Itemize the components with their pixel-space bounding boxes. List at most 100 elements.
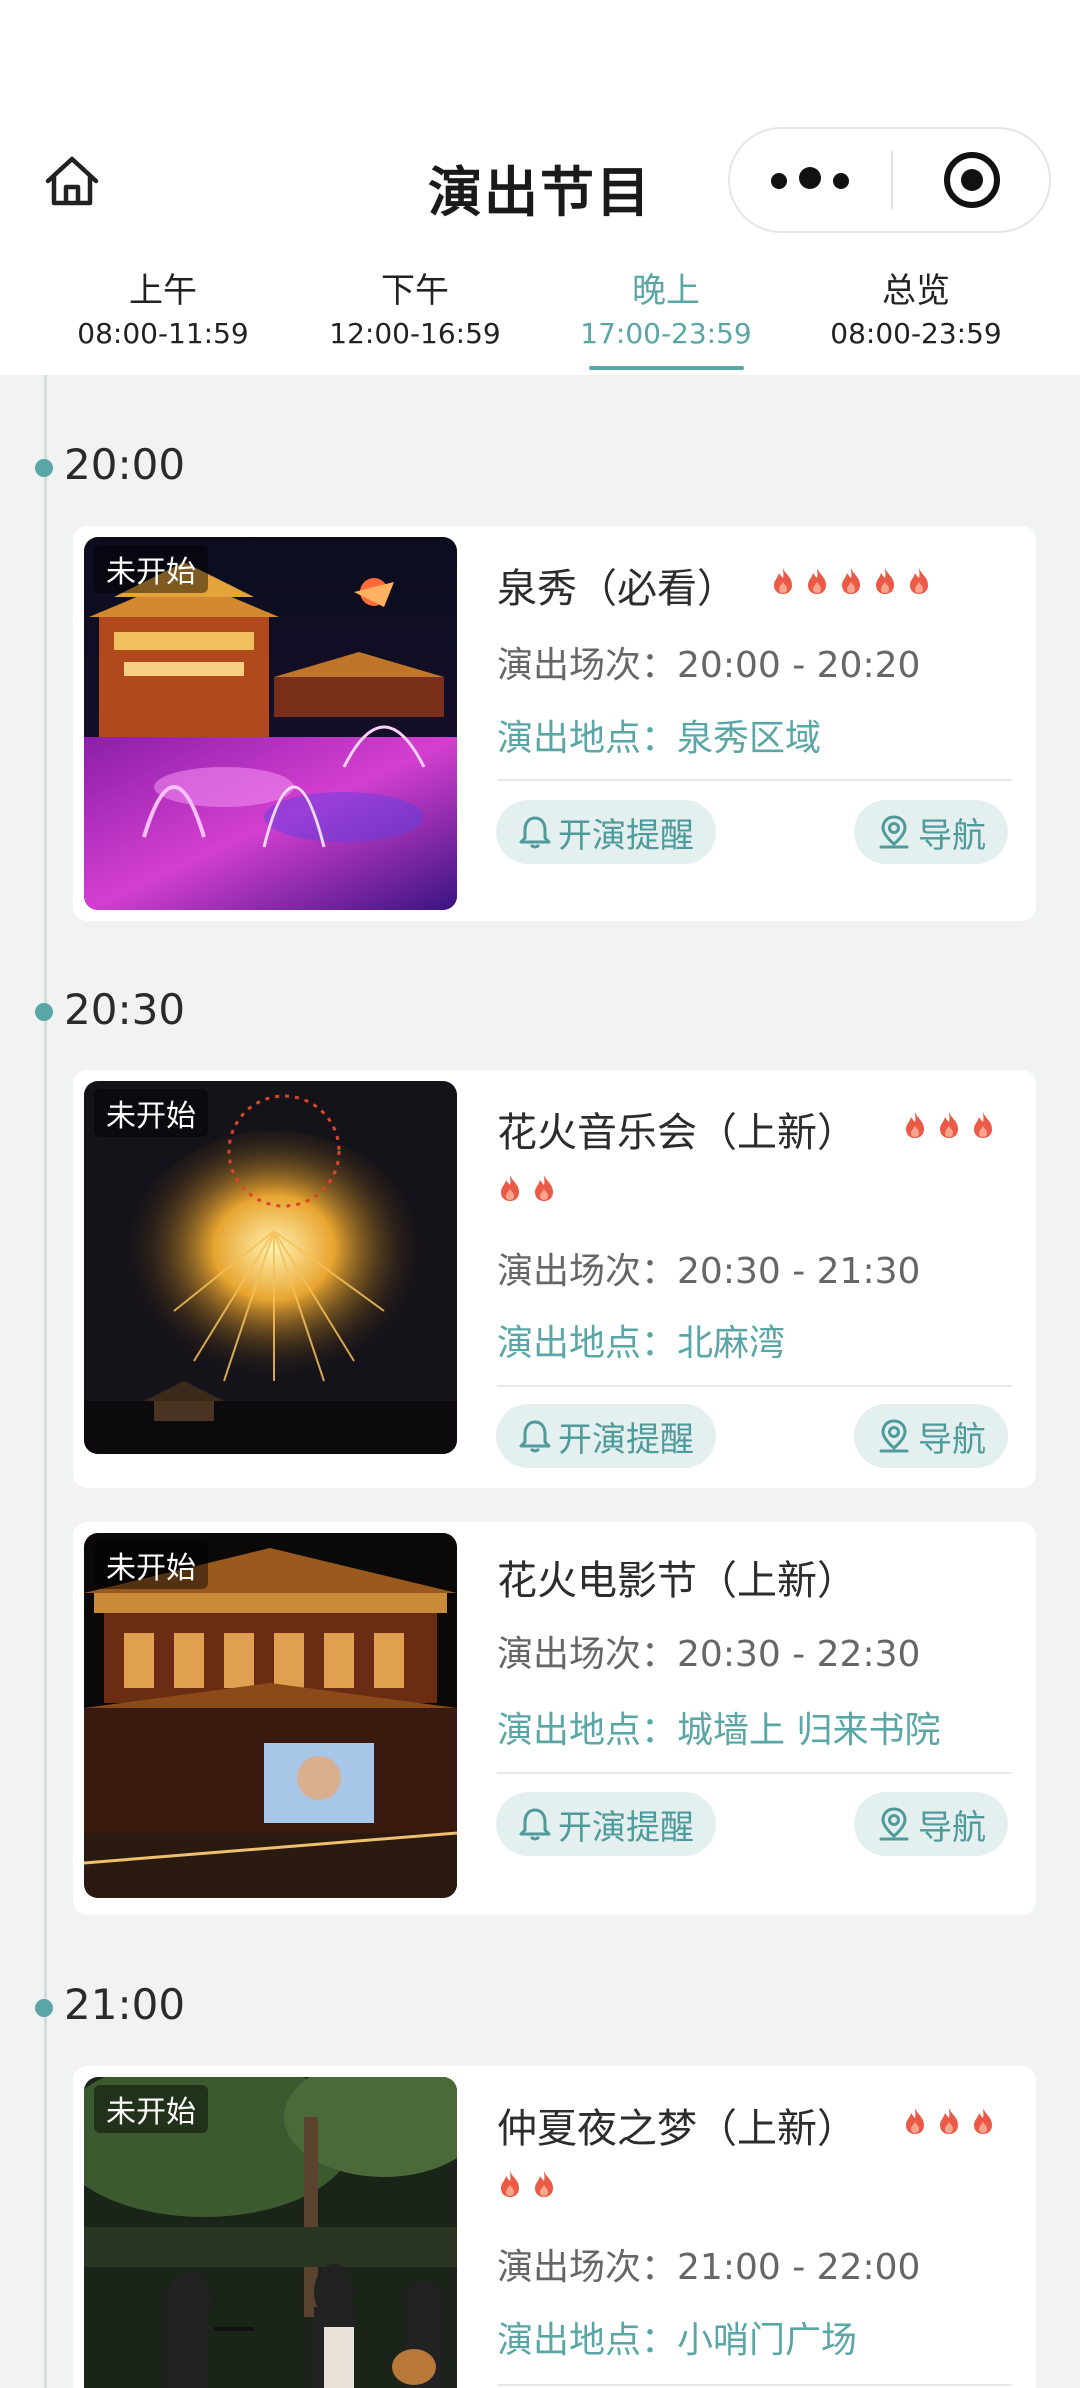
- tab-label: 晚上: [632, 271, 700, 311]
- place-label: 演出地点：: [497, 1323, 678, 1364]
- navigate-button[interactable]: 导航: [854, 800, 1008, 864]
- divider: [497, 779, 1012, 781]
- location-icon: [879, 815, 909, 849]
- navigate-button[interactable]: 导航: [854, 1792, 1008, 1856]
- flame-icon: [970, 2106, 996, 2136]
- remind-label: 开演提醒: [558, 815, 694, 856]
- show-image: 未开始: [84, 1533, 457, 1898]
- show-title: 泉秀（必看）: [497, 566, 737, 612]
- flame-icon: [497, 2169, 523, 2199]
- divider: [497, 1772, 1012, 1774]
- tab-label: 下午: [381, 271, 449, 311]
- timeline-dot: [35, 1003, 53, 1021]
- show-place: 演出地点：小哨门广场: [497, 2311, 857, 2363]
- flame-icon: [770, 566, 796, 596]
- show-session: 演出场次：21:00 - 22:00: [497, 2238, 920, 2290]
- bell-icon: [519, 1808, 551, 1841]
- tab-morning[interactable]: 上午 08:00-11:59: [38, 268, 288, 354]
- remind-button[interactable]: 开演提醒: [496, 1404, 716, 1468]
- tab-range: 08:00-23:59: [830, 317, 1002, 350]
- timeline-dot: [35, 1999, 53, 2017]
- flame-icon: [804, 566, 830, 596]
- place-label: 演出地点：: [497, 1710, 678, 1751]
- show-place: 演出地点：城墙上 归来书院: [497, 1701, 940, 1753]
- location-icon: [879, 1419, 909, 1453]
- session-label: 演出场次：: [497, 645, 678, 686]
- place-value: 小哨门广场: [677, 2320, 858, 2361]
- place-label: 演出地点：: [497, 718, 678, 759]
- show-image: 未开始: [84, 537, 457, 910]
- timeline-dot: [35, 459, 53, 477]
- flame-icon: [936, 1110, 962, 1140]
- bell-icon: [519, 816, 551, 849]
- divider: [497, 2384, 1012, 2386]
- flame-icon: [531, 1173, 557, 1203]
- flame-icon: [906, 566, 932, 596]
- time-group-label: 21:00: [64, 1980, 186, 2029]
- status-badge: 未开始: [94, 545, 208, 593]
- show-card[interactable]: 未开始 仲夏夜之梦（上新） 演出场次：21:00 - 22:00 演出地点：小哨…: [73, 2066, 1036, 2388]
- navigate-label: 导航: [918, 1807, 986, 1848]
- tab-overview[interactable]: 总览 08:00-23:59: [791, 268, 1041, 354]
- remind-label: 开演提醒: [558, 1419, 694, 1460]
- place-label: 演出地点：: [497, 2320, 678, 2361]
- status-badge: 未开始: [94, 1541, 208, 1589]
- show-place: 演出地点：北麻湾: [497, 1314, 785, 1366]
- show-session: 演出场次：20:30 - 22:30: [497, 1625, 920, 1677]
- navigate-label: 导航: [918, 815, 986, 856]
- session-label: 演出场次：: [497, 2247, 678, 2288]
- navigate-button[interactable]: 导航: [854, 1404, 1008, 1468]
- hot-rating: [902, 2106, 996, 2136]
- place-value: 城墙上 归来书院: [677, 1710, 941, 1751]
- navigate-label: 导航: [918, 1419, 986, 1460]
- flame-icon: [497, 1173, 523, 1203]
- hot-rating: [497, 1173, 557, 1203]
- tab-afternoon[interactable]: 下午 12:00-16:59: [290, 268, 540, 354]
- session-value: 20:00 - 20:20: [677, 645, 921, 686]
- remind-button[interactable]: 开演提醒: [496, 800, 716, 864]
- hot-rating: [770, 566, 932, 596]
- remind-button[interactable]: 开演提醒: [496, 1792, 716, 1856]
- show-image: 未开始: [84, 2077, 457, 2388]
- divider: [497, 1385, 1012, 1387]
- flame-icon: [902, 2106, 928, 2136]
- show-card[interactable]: 未开始 花火音乐会（上新） 演出场次：20:30 - 21:30 演出地点：北麻…: [73, 1070, 1036, 1488]
- tab-range: 12:00-16:59: [329, 317, 501, 350]
- show-card[interactable]: 未开始 花火电影节（上新） 演出场次：20:30 - 22:30 演出地点：城墙…: [73, 1522, 1036, 1915]
- more-button[interactable]: [730, 129, 890, 231]
- place-value: 北麻湾: [677, 1323, 786, 1364]
- hot-rating: [902, 1110, 996, 1140]
- tab-range: 17:00-23:59: [580, 317, 752, 350]
- show-title: 仲夏夜之梦（上新）: [497, 2106, 857, 2152]
- show-title: 花火音乐会（上新）: [497, 1110, 857, 1156]
- tab-evening[interactable]: 晚上 17:00-23:59: [541, 268, 791, 370]
- tab-label: 总览: [882, 271, 950, 311]
- tab-active-indicator: [589, 366, 744, 370]
- session-label: 演出场次：: [497, 1634, 678, 1675]
- flame-icon: [531, 2169, 557, 2199]
- bell-icon: [519, 1420, 551, 1453]
- remind-label: 开演提醒: [558, 1807, 694, 1848]
- session-value: 20:30 - 21:30: [677, 1251, 921, 1292]
- hot-rating: [497, 2169, 557, 2199]
- show-session: 演出场次：20:30 - 21:30: [497, 1242, 920, 1294]
- show-image: 未开始: [84, 1081, 457, 1454]
- session-label: 演出场次：: [497, 1251, 678, 1292]
- session-value: 20:30 - 22:30: [677, 1634, 921, 1675]
- status-badge: 未开始: [94, 1089, 208, 1137]
- flame-icon: [936, 2106, 962, 2136]
- show-card[interactable]: 未开始 泉秀（必看） 演出场次：20:00 - 20:20 演出地点：泉秀区域 …: [73, 526, 1036, 921]
- target-icon: [944, 152, 1000, 208]
- time-group-label: 20:00: [64, 440, 186, 489]
- time-tabs: 上午 08:00-11:59 下午 12:00-16:59 晚上 17:00-2…: [0, 268, 1080, 375]
- flame-icon: [902, 1110, 928, 1140]
- close-button[interactable]: [893, 129, 1051, 231]
- show-place: 演出地点：泉秀区域: [497, 709, 821, 761]
- place-value: 泉秀区域: [677, 718, 822, 759]
- miniapp-capsule: [728, 127, 1051, 233]
- flame-icon: [872, 566, 898, 596]
- tab-label: 上午: [129, 271, 197, 311]
- more-icon: [765, 167, 855, 193]
- location-icon: [879, 1807, 909, 1841]
- status-badge: 未开始: [94, 2085, 208, 2133]
